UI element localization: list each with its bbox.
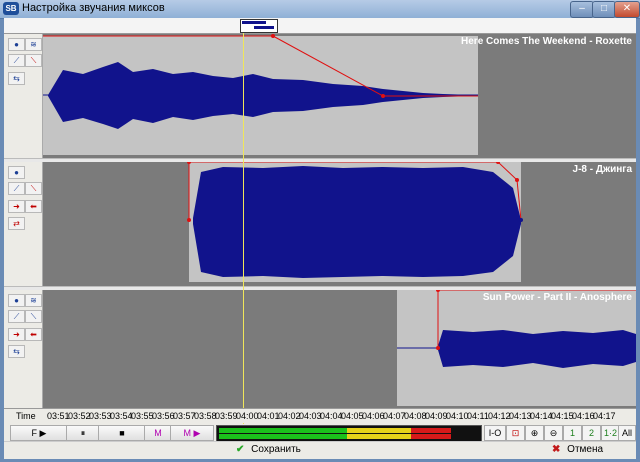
waveform-panel [43, 34, 478, 155]
tick-label: 04:05 [341, 411, 364, 421]
tick-label: 03:59 [215, 411, 238, 421]
fade-in-icon[interactable]: ⟋ [8, 54, 25, 67]
waveform-panel [187, 162, 523, 282]
track-1: ● ≋ ⟋ ⟍ ⇆ Here Comes The Weekend - Roxet… [4, 34, 636, 158]
io-button[interactable]: I-O [484, 425, 506, 441]
tick-label: 04:10 [446, 411, 469, 421]
minimize-button[interactable]: – [570, 1, 594, 18]
waveform-icon[interactable]: ≋ [25, 294, 42, 307]
tick-label: 03:54 [110, 411, 133, 421]
volume-knob-icon[interactable]: ● [8, 294, 25, 307]
shift-right-icon[interactable]: ➜ [8, 328, 25, 341]
zoom-in-icon[interactable]: ⊕ [525, 425, 544, 441]
window-client: ● ≋ ⟋ ⟍ ⇆ Here Comes The Weekend - Roxet… [4, 18, 636, 459]
playhead-cursor[interactable] [243, 33, 244, 426]
tick-label: 03:57 [173, 411, 196, 421]
track-2: ● ⟋ ⟍ ➜ ⬅ ⇄ J-8 - Джинга [4, 162, 636, 286]
title-bar: SB Настройка звучания миксов – □ ✕ [0, 0, 640, 19]
waveform-panel [397, 290, 636, 406]
tick-label: 04:16 [572, 411, 595, 421]
app-icon: SB [3, 2, 19, 15]
window-title: Настройка звучания миксов [22, 2, 165, 14]
tick-label: 04:15 [551, 411, 574, 421]
track-canvas[interactable]: J-8 - Джинга [43, 162, 636, 286]
tick-label: 04:03 [299, 411, 322, 421]
cancel-button[interactable]: ✖ Отмена [552, 444, 603, 455]
volume-knob-icon[interactable]: ● [8, 166, 25, 179]
overview-track-bar [242, 21, 266, 24]
track-title: Here Comes The Weekend - Roxette [461, 36, 632, 47]
volume-knob-icon[interactable]: ● [8, 38, 25, 51]
zoom-out-icon[interactable]: ⊖ [544, 425, 563, 441]
mark-play-button[interactable]: M ▶ [170, 425, 214, 441]
save-label: Сохранить [251, 444, 301, 455]
tick-label: 03:52 [68, 411, 91, 421]
tick-label: 04:17 [593, 411, 616, 421]
time-ruler[interactable]: Time 03:51 03:52 03:53 03:54 03:55 03:56… [4, 408, 636, 423]
track-toolbar: ● ⟋ ⟍ ➜ ⬅ ⇄ [4, 162, 43, 286]
cancel-label: Отмена [567, 444, 604, 455]
shift-left-icon[interactable]: ⬅ [25, 200, 42, 213]
swap-icon[interactable]: ⇄ [8, 217, 25, 230]
time-label: Time [16, 411, 36, 421]
maximize-button[interactable]: □ [592, 1, 616, 18]
waveform-icon[interactable]: ≋ [25, 38, 42, 51]
mark-button[interactable]: M [144, 425, 172, 441]
align-icon[interactable]: ⇆ [8, 72, 25, 85]
tick-label: 04:01 [257, 411, 280, 421]
tick-label: 04:13 [509, 411, 532, 421]
pause-button[interactable]: ⏸ [66, 425, 100, 441]
level-meter [216, 425, 482, 442]
tick-label: 04:04 [320, 411, 343, 421]
tick-label: 03:55 [131, 411, 154, 421]
view-1-icon[interactable]: 1 [563, 425, 582, 441]
tick-label: 04:12 [488, 411, 511, 421]
fade-in-icon[interactable]: ⟋ [8, 182, 25, 195]
track-toolbar: ● ≋ ⟋ ⟍ ➜ ⬅ ⇆ [4, 290, 43, 408]
play-from-button[interactable]: F ▶ [10, 425, 68, 441]
view-all-button[interactable]: All [618, 425, 636, 441]
fade-out-icon[interactable]: ⟍ [25, 54, 42, 67]
tick-label: 04:07 [383, 411, 406, 421]
tick-label: 03:56 [152, 411, 175, 421]
tick-label: 04:02 [278, 411, 301, 421]
overview-strip[interactable] [4, 18, 636, 34]
tick-label: 04:14 [530, 411, 553, 421]
shift-right-icon[interactable]: ➜ [8, 200, 25, 213]
transport-bar: F ▶ ⏸ ■ M M ▶ I-O ⊡ ⊕ ⊖ 1 2 1·2 All [4, 424, 636, 442]
align-icon[interactable]: ⇆ [8, 345, 25, 358]
track-canvas[interactable]: Sun Power - Part II - Anosphere [43, 290, 636, 408]
stop-button[interactable]: ■ [98, 425, 146, 441]
track-3: ● ≋ ⟋ ⟍ ➜ ⬅ ⇆ Sun Power - Part II - Anos… [4, 290, 636, 408]
fade-out-icon[interactable]: ⟍ [25, 182, 42, 195]
waveform-body [438, 330, 636, 368]
tick-label: 04:11 [467, 411, 489, 421]
track-canvas[interactable]: Here Comes The Weekend - Roxette [43, 34, 636, 158]
tick-label: 04:06 [362, 411, 385, 421]
tick-label: 04:09 [425, 411, 448, 421]
tick-label: 04:00 [236, 411, 259, 421]
tick-label: 03:58 [194, 411, 217, 421]
action-bar: ✔ Сохранить ✖ Отмена [4, 441, 636, 459]
close-button[interactable]: ✕ [614, 1, 640, 18]
check-icon: ✔ [236, 444, 245, 455]
tick-label: 04:08 [404, 411, 427, 421]
tick-label: 03:51 [47, 411, 70, 421]
view-2-icon[interactable]: 2 [582, 425, 601, 441]
level-meter-bars [219, 428, 451, 439]
fade-in-icon[interactable]: ⟋ [8, 310, 25, 323]
fade-out-icon[interactable]: ⟍ [25, 310, 42, 323]
overview-track-bar [254, 26, 274, 29]
track-toolbar: ● ≋ ⟋ ⟍ ⇆ [4, 34, 43, 158]
track-title: J-8 - Джинга [572, 164, 632, 175]
tick-label: 03:53 [89, 411, 112, 421]
shift-left-icon[interactable]: ⬅ [25, 328, 42, 341]
cross-icon: ✖ [552, 444, 561, 455]
crop-icon[interactable]: ⊡ [506, 425, 525, 441]
save-button[interactable]: ✔ Сохранить [236, 444, 301, 455]
track-title: Sun Power - Part II - Anosphere [482, 292, 632, 303]
